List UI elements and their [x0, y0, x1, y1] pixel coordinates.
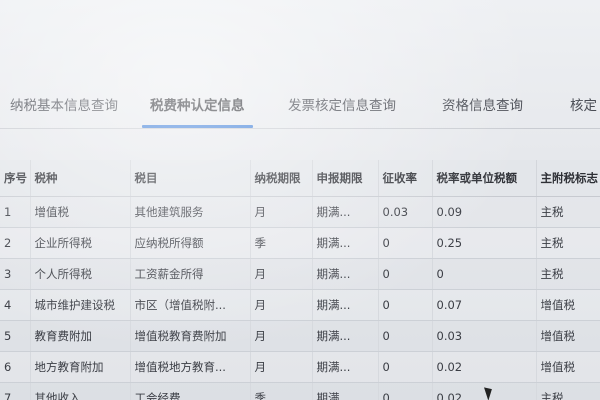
cell-main-sub-flag: 主税: [536, 382, 600, 400]
table-row[interactable]: 7 其他收入 工会经费 季 期满... 0 0.02 主税: [0, 382, 600, 400]
cell-tax-type: 增值税: [30, 196, 131, 228]
cell-tax-item: 工资薪金所得: [130, 258, 251, 290]
cell-tax-rate: 0.02: [432, 351, 537, 383]
cell-tax-period: 月: [250, 196, 313, 228]
cell-main-sub-flag: 主税: [536, 196, 600, 228]
cell-levy-rate: 0: [378, 258, 433, 290]
cell-index: 3: [0, 258, 31, 290]
cell-tax-period: 月: [250, 289, 313, 321]
cell-tax-period: 月: [250, 351, 313, 383]
cell-tax-type: 地方教育附加: [30, 351, 131, 383]
cell-index: 6: [0, 351, 31, 383]
cell-tax-item: 增值税教育费附加: [130, 320, 251, 352]
table-row[interactable]: 3 个人所得税 工资薪金所得 月 期满... 0 0 主税: [0, 258, 600, 290]
cell-tax-period: 季: [250, 227, 313, 259]
col-header-tax-period[interactable]: 纳税期限: [250, 160, 313, 197]
cell-filing-deadline: 期满...: [312, 258, 379, 290]
cell-main-sub-flag: 增值税: [536, 320, 600, 352]
cell-filing-deadline: 期满...: [312, 196, 379, 228]
cell-filing-deadline: 期满...: [312, 227, 379, 259]
cell-filing-deadline: 期满...: [312, 351, 379, 383]
cell-levy-rate: 0: [378, 351, 433, 383]
col-header-filing-deadline[interactable]: 申报期限: [312, 160, 379, 197]
cell-tax-type: 企业所得税: [30, 227, 131, 259]
col-header-levy-rate[interactable]: 征收率: [378, 160, 433, 197]
tab-tax-type-identification[interactable]: 税费种认定信息: [142, 94, 252, 128]
table-row[interactable]: 1 增值税 其他建筑服务 月 期满... 0.03 0.09 主税: [0, 196, 600, 228]
table-row[interactable]: 5 教育费附加 增值税教育费附加 月 期满... 0 0.03 增值税: [0, 320, 600, 352]
cell-tax-period: 月: [250, 320, 313, 352]
cell-filing-deadline: 期满...: [312, 289, 379, 321]
cell-main-sub-flag: 主税: [536, 227, 600, 259]
cell-main-sub-flag: 主税: [536, 258, 600, 290]
cell-main-sub-flag: 增值税: [536, 289, 600, 321]
cell-tax-item: 应纳税所得额: [130, 227, 251, 259]
tab-approval[interactable]: 核定: [570, 94, 597, 114]
cell-levy-rate: 0: [378, 382, 433, 400]
tab-bar: 纳税基本信息查询 税费种认定信息 发票核定信息查询 资格信息查询 核定: [0, 84, 600, 129]
cell-levy-rate: 0: [378, 320, 433, 352]
tax-type-table: 序号 税种 税目 纳税期限 申报期限 征收率 税率或单位税额 主附税标志 1 增…: [0, 160, 600, 400]
cell-tax-rate: 0: [432, 258, 537, 290]
cell-tax-period: 季: [250, 382, 313, 400]
cell-tax-type: 教育费附加: [30, 320, 131, 352]
cell-levy-rate: 0: [378, 227, 433, 259]
col-header-tax-type[interactable]: 税种: [30, 160, 131, 197]
cell-tax-item: 增值税地方教育...: [130, 351, 251, 383]
cell-tax-period: 月: [250, 258, 313, 290]
table-row[interactable]: 4 城市维护建设税 市区（增值税附... 月 期满... 0 0.07 增值税: [0, 289, 600, 321]
cell-tax-type: 其他收入: [30, 382, 131, 400]
cell-index: 4: [0, 289, 31, 321]
cell-tax-rate: 0.02: [432, 382, 537, 400]
tab-qualification-query[interactable]: 资格信息查询: [442, 94, 523, 114]
cell-tax-rate: 0.25: [432, 227, 537, 259]
cell-tax-item: 工会经费: [130, 382, 251, 400]
cell-index: 1: [0, 196, 31, 228]
cell-tax-item: 其他建筑服务: [130, 196, 251, 228]
tax-type-table-container: 序号 税种 税目 纳税期限 申报期限 征收率 税率或单位税额 主附税标志 1 增…: [0, 160, 600, 400]
cell-levy-rate: 0: [378, 289, 433, 321]
cell-tax-rate: 0.03: [432, 320, 537, 352]
cell-main-sub-flag: 增值税: [536, 351, 600, 383]
cell-filing-deadline: 期满...: [312, 382, 379, 400]
cell-tax-type: 个人所得税: [30, 258, 131, 290]
cell-filing-deadline: 期满...: [312, 320, 379, 352]
tab-invoice-approval-query[interactable]: 发票核定信息查询: [288, 94, 396, 114]
cell-index: 2: [0, 227, 31, 259]
col-header-index[interactable]: 序号: [0, 160, 31, 197]
cell-tax-rate: 0.07: [432, 289, 537, 321]
tab-taxpayer-basic-info[interactable]: 纳税基本信息查询: [10, 94, 118, 114]
cell-levy-rate: 0.03: [378, 196, 433, 228]
col-header-tax-item[interactable]: 税目: [130, 160, 251, 197]
col-header-main-sub-flag[interactable]: 主附税标志: [536, 160, 600, 197]
cell-tax-type: 城市维护建设税: [30, 289, 131, 321]
cell-index: 5: [0, 320, 31, 352]
table-row[interactable]: 2 企业所得税 应纳税所得额 季 期满... 0 0.25 主税: [0, 227, 600, 259]
cell-tax-rate: 0.09: [432, 196, 537, 228]
cell-tax-item: 市区（增值税附...: [130, 289, 251, 321]
cell-index: 7: [0, 382, 31, 400]
table-row[interactable]: 6 地方教育附加 增值税地方教育... 月 期满... 0 0.02 增值税: [0, 351, 600, 383]
tax-info-screen: 纳税基本信息查询 税费种认定信息 发票核定信息查询 资格信息查询 核定 序号 税…: [0, 0, 600, 400]
table-header-row: 序号 税种 税目 纳税期限 申报期限 征收率 税率或单位税额 主附税标志: [0, 160, 600, 197]
col-header-tax-rate[interactable]: 税率或单位税额: [432, 160, 537, 197]
